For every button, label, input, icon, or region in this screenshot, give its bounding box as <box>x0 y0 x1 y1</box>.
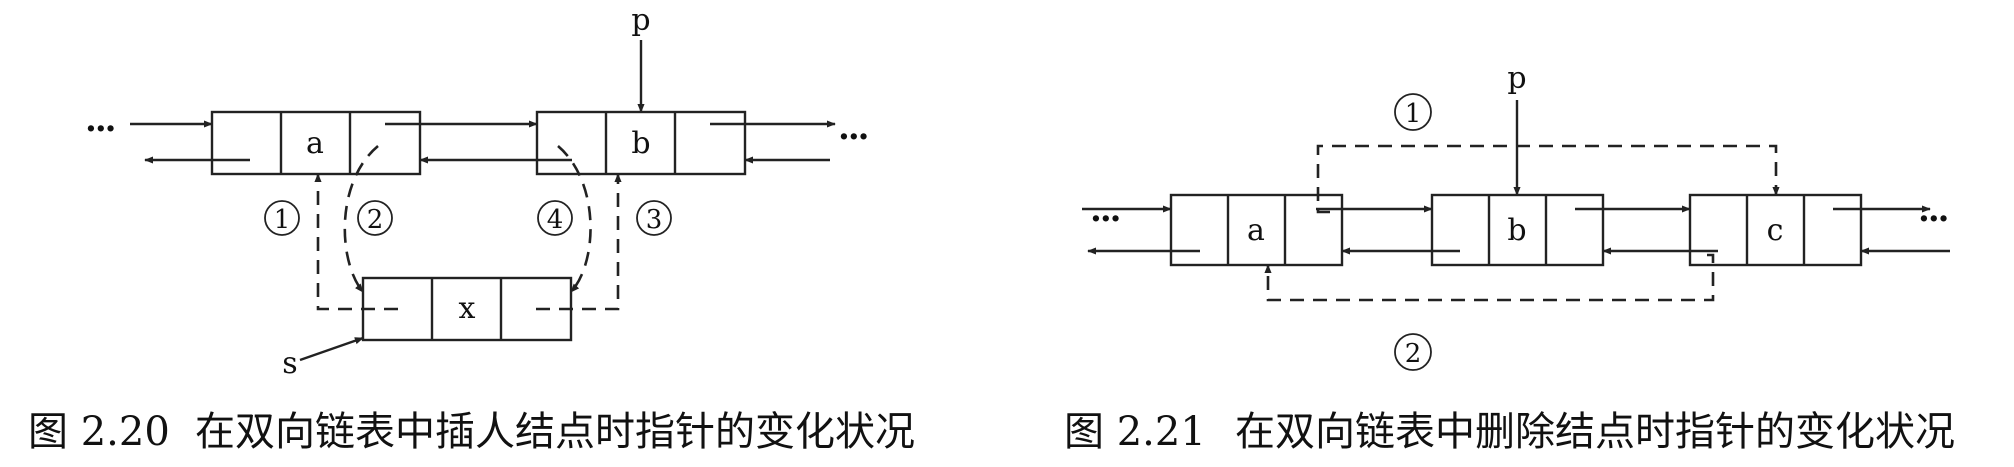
step3-marker: 3 <box>636 200 672 236</box>
step1-number: 1 <box>274 205 291 235</box>
step4-marker: 4 <box>537 200 573 236</box>
pointer-p-label: p <box>631 3 650 38</box>
caption-2-21-text: 在双向链表中删除结点时指针的变化状况 <box>1235 409 1955 455</box>
caption-2-20-text: 在双向链表中插人结点时指针的变化状况 <box>195 409 915 455</box>
node-c-2: c <box>1688 193 1863 267</box>
node-a2-label: a <box>1247 213 1265 248</box>
ellipsis-left: ··· <box>85 109 115 149</box>
node-c2-label: c <box>1767 213 1784 248</box>
node-b-2: b <box>1430 193 1605 267</box>
node-b: b <box>535 110 747 176</box>
node-a-label: a <box>306 126 324 161</box>
step1-marker-2: 1 <box>1394 93 1432 131</box>
figure-2-20-insert: a b x p s 1 2 4 3 ··· ··· 图 2.20 在双向链表中插… <box>28 3 915 455</box>
step4-number: 4 <box>547 205 564 235</box>
step3-number: 3 <box>646 205 663 235</box>
caption-2-20-number: 图 2.20 <box>28 409 170 455</box>
ellipsis-right-2: ··· <box>1918 199 1948 239</box>
ellipsis-right: ··· <box>838 117 868 157</box>
step2-marker-2: 2 <box>1394 333 1432 371</box>
node-b-label: b <box>631 126 650 161</box>
step1-number-2: 1 <box>1405 99 1422 129</box>
ellipsis-left-2: ··· <box>1090 199 1120 239</box>
pointer-p2-label: p <box>1507 61 1526 96</box>
pointer-s-arrow <box>299 336 364 362</box>
pointer-s-label: s <box>282 346 297 381</box>
diagram-canvas: a b x p s 1 2 4 3 ··· ··· 图 2.20 在双向链表中插… <box>28 3 1955 455</box>
node-b2-label: b <box>1507 213 1526 248</box>
step1-marker: 1 <box>264 200 300 236</box>
step2-number: 2 <box>367 205 384 235</box>
step2-number-2: 2 <box>1405 339 1422 369</box>
caption-2-21-number: 图 2.21 <box>1064 409 1206 455</box>
step2-marker: 2 <box>357 200 393 236</box>
node-a: a <box>210 110 422 176</box>
figure-2-21-delete: a b c p 1 2 ··· ··· 图 2.21 在双向链表中删除结点时指针… <box>1064 61 1955 455</box>
node-x-label: x <box>459 291 476 326</box>
node-a-2: a <box>1169 193 1344 267</box>
